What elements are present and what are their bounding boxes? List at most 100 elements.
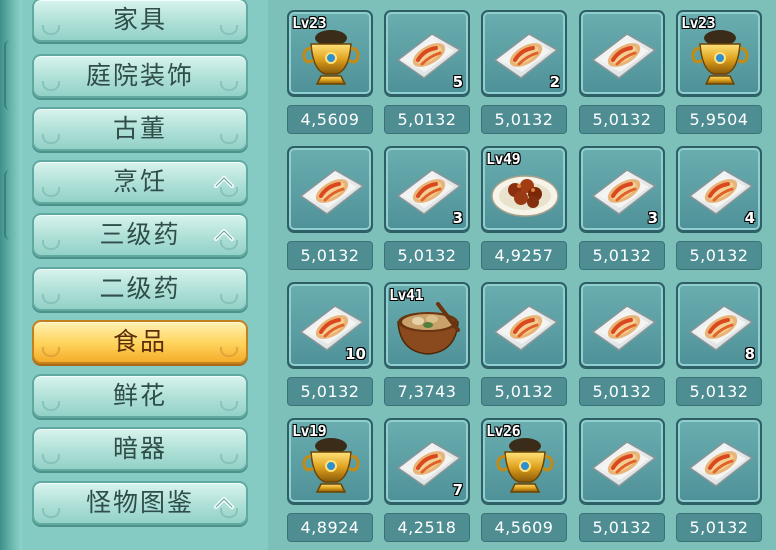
category-button[interactable]: 鲜花 <box>32 374 248 418</box>
item-cell: 8 5,0132 <box>676 282 762 406</box>
swirl-ornament <box>42 187 60 197</box>
swirl-ornament <box>42 25 60 35</box>
category-button[interactable]: 食品 <box>32 320 248 364</box>
swirl-ornament <box>42 240 60 250</box>
item-cell: 5,0132 <box>579 282 665 406</box>
item-cell: 5,0132 <box>287 146 373 270</box>
item-quantity: 10 <box>345 345 366 363</box>
category-label: 古董 <box>112 114 167 143</box>
item-cell: 3 5,0132 <box>384 146 470 270</box>
category-label: 庭院装饰 <box>85 61 194 90</box>
item-slot[interactable] <box>579 282 665 368</box>
chevron-up-icon[interactable] <box>210 169 238 195</box>
item-slot[interactable]: Lv26 <box>481 418 567 504</box>
item-cell: Lv23 5,9504 <box>676 10 762 134</box>
swirl-ornament <box>220 294 238 304</box>
category-button[interactable]: 暗器 <box>32 427 248 471</box>
item-slot[interactable]: 7 <box>384 418 470 504</box>
item-quantity: 5 <box>452 73 463 91</box>
item-slot[interactable] <box>287 146 373 232</box>
item-price: 4,9257 <box>481 241 567 270</box>
item-cell: 5,0132 <box>481 282 567 406</box>
item-slot[interactable] <box>481 282 567 368</box>
item-price: 4,5609 <box>481 513 567 542</box>
item-cell: Lv49 4,9257 <box>481 146 567 270</box>
item-quantity: 4 <box>744 209 755 227</box>
item-price: 4,2518 <box>384 513 470 542</box>
item-cell: 7 4,2518 <box>384 418 470 542</box>
item-level-label: Lv41 <box>389 286 424 304</box>
item-slot[interactable]: Lv23 <box>287 10 373 96</box>
chevron-up-icon[interactable] <box>210 490 238 516</box>
item-slot[interactable]: Lv23 <box>676 10 762 96</box>
item-slot[interactable]: 3 <box>579 146 665 232</box>
item-cell: 10 5,0132 <box>287 282 373 406</box>
item-slot[interactable]: Lv41 <box>384 282 470 368</box>
category-button[interactable]: 庭院装饰 <box>32 54 248 98</box>
category-label: 暗器 <box>112 434 167 463</box>
item-level-label: Lv23 <box>681 14 716 32</box>
swirl-ornament <box>220 134 238 144</box>
item-slot[interactable]: 10 <box>287 282 373 368</box>
item-slot[interactable]: 8 <box>676 282 762 368</box>
item-price: 5,0132 <box>287 377 373 406</box>
item-price: 5,0132 <box>384 105 470 134</box>
swirl-ornament <box>42 134 60 144</box>
item-quantity: 3 <box>647 209 658 227</box>
item-slot[interactable] <box>579 10 665 96</box>
category-label: 三级药 <box>99 220 181 249</box>
category-button[interactable]: 古董 <box>32 107 248 151</box>
item-price: 4,5609 <box>287 105 373 134</box>
category-button[interactable]: 二级药 <box>32 267 248 311</box>
item-cell: 5,0132 <box>676 418 762 542</box>
item-level-label: Lv23 <box>292 14 327 32</box>
item-price: 5,0132 <box>579 377 665 406</box>
item-quantity: 3 <box>452 209 463 227</box>
swirl-ornament <box>220 454 238 464</box>
item-price: 5,0132 <box>384 241 470 270</box>
item-price: 5,0132 <box>481 377 567 406</box>
chevron-up-icon[interactable] <box>210 222 238 248</box>
item-slot[interactable]: Lv19 <box>287 418 373 504</box>
item-cell: Lv41 7,3743 <box>384 282 470 406</box>
item-cell: 5,0132 <box>579 418 665 542</box>
swirl-ornament <box>42 81 60 91</box>
item-price: 5,0132 <box>579 105 665 134</box>
item-cell: Lv23 4,5609 <box>287 10 373 134</box>
category-button[interactable]: 怪物图鉴 <box>32 481 248 525</box>
item-slot[interactable]: Lv49 <box>481 146 567 232</box>
item-quantity: 2 <box>549 73 560 91</box>
category-label: 鲜花 <box>112 381 167 410</box>
item-slot[interactable]: 4 <box>676 146 762 232</box>
category-label: 家具 <box>112 5 167 34</box>
item-level-label: Lv19 <box>292 422 327 440</box>
category-button[interactable]: 烹饪 <box>32 160 248 204</box>
item-slot[interactable]: 5 <box>384 10 470 96</box>
item-cell: Lv26 4,5609 <box>481 418 567 542</box>
swirl-ornament <box>220 25 238 35</box>
item-slot[interactable]: 2 <box>481 10 567 96</box>
item-price: 5,0132 <box>287 241 373 270</box>
swirl-ornament <box>42 401 60 411</box>
category-label: 二级药 <box>99 274 181 303</box>
category-label: 怪物图鉴 <box>85 488 194 517</box>
swirl-ornament <box>42 294 60 304</box>
item-quantity: 8 <box>744 345 755 363</box>
item-price: 5,0132 <box>579 513 665 542</box>
item-price: 4,8924 <box>287 513 373 542</box>
swirl-ornament <box>42 454 60 464</box>
item-level-label: Lv49 <box>486 150 521 168</box>
swirl-ornament <box>220 401 238 411</box>
item-slot[interactable] <box>579 418 665 504</box>
item-slot[interactable]: 3 <box>384 146 470 232</box>
swirl-ornament <box>220 347 238 357</box>
item-slot[interactable] <box>676 418 762 504</box>
window-edge-decoration <box>0 0 24 550</box>
item-price: 5,0132 <box>676 377 762 406</box>
category-button[interactable]: 家具 <box>32 0 248 42</box>
item-price: 5,0132 <box>481 105 567 134</box>
swirl-ornament <box>220 81 238 91</box>
category-button[interactable]: 三级药 <box>32 213 248 257</box>
item-cell: 5,0132 <box>579 10 665 134</box>
item-price: 5,0132 <box>676 513 762 542</box>
